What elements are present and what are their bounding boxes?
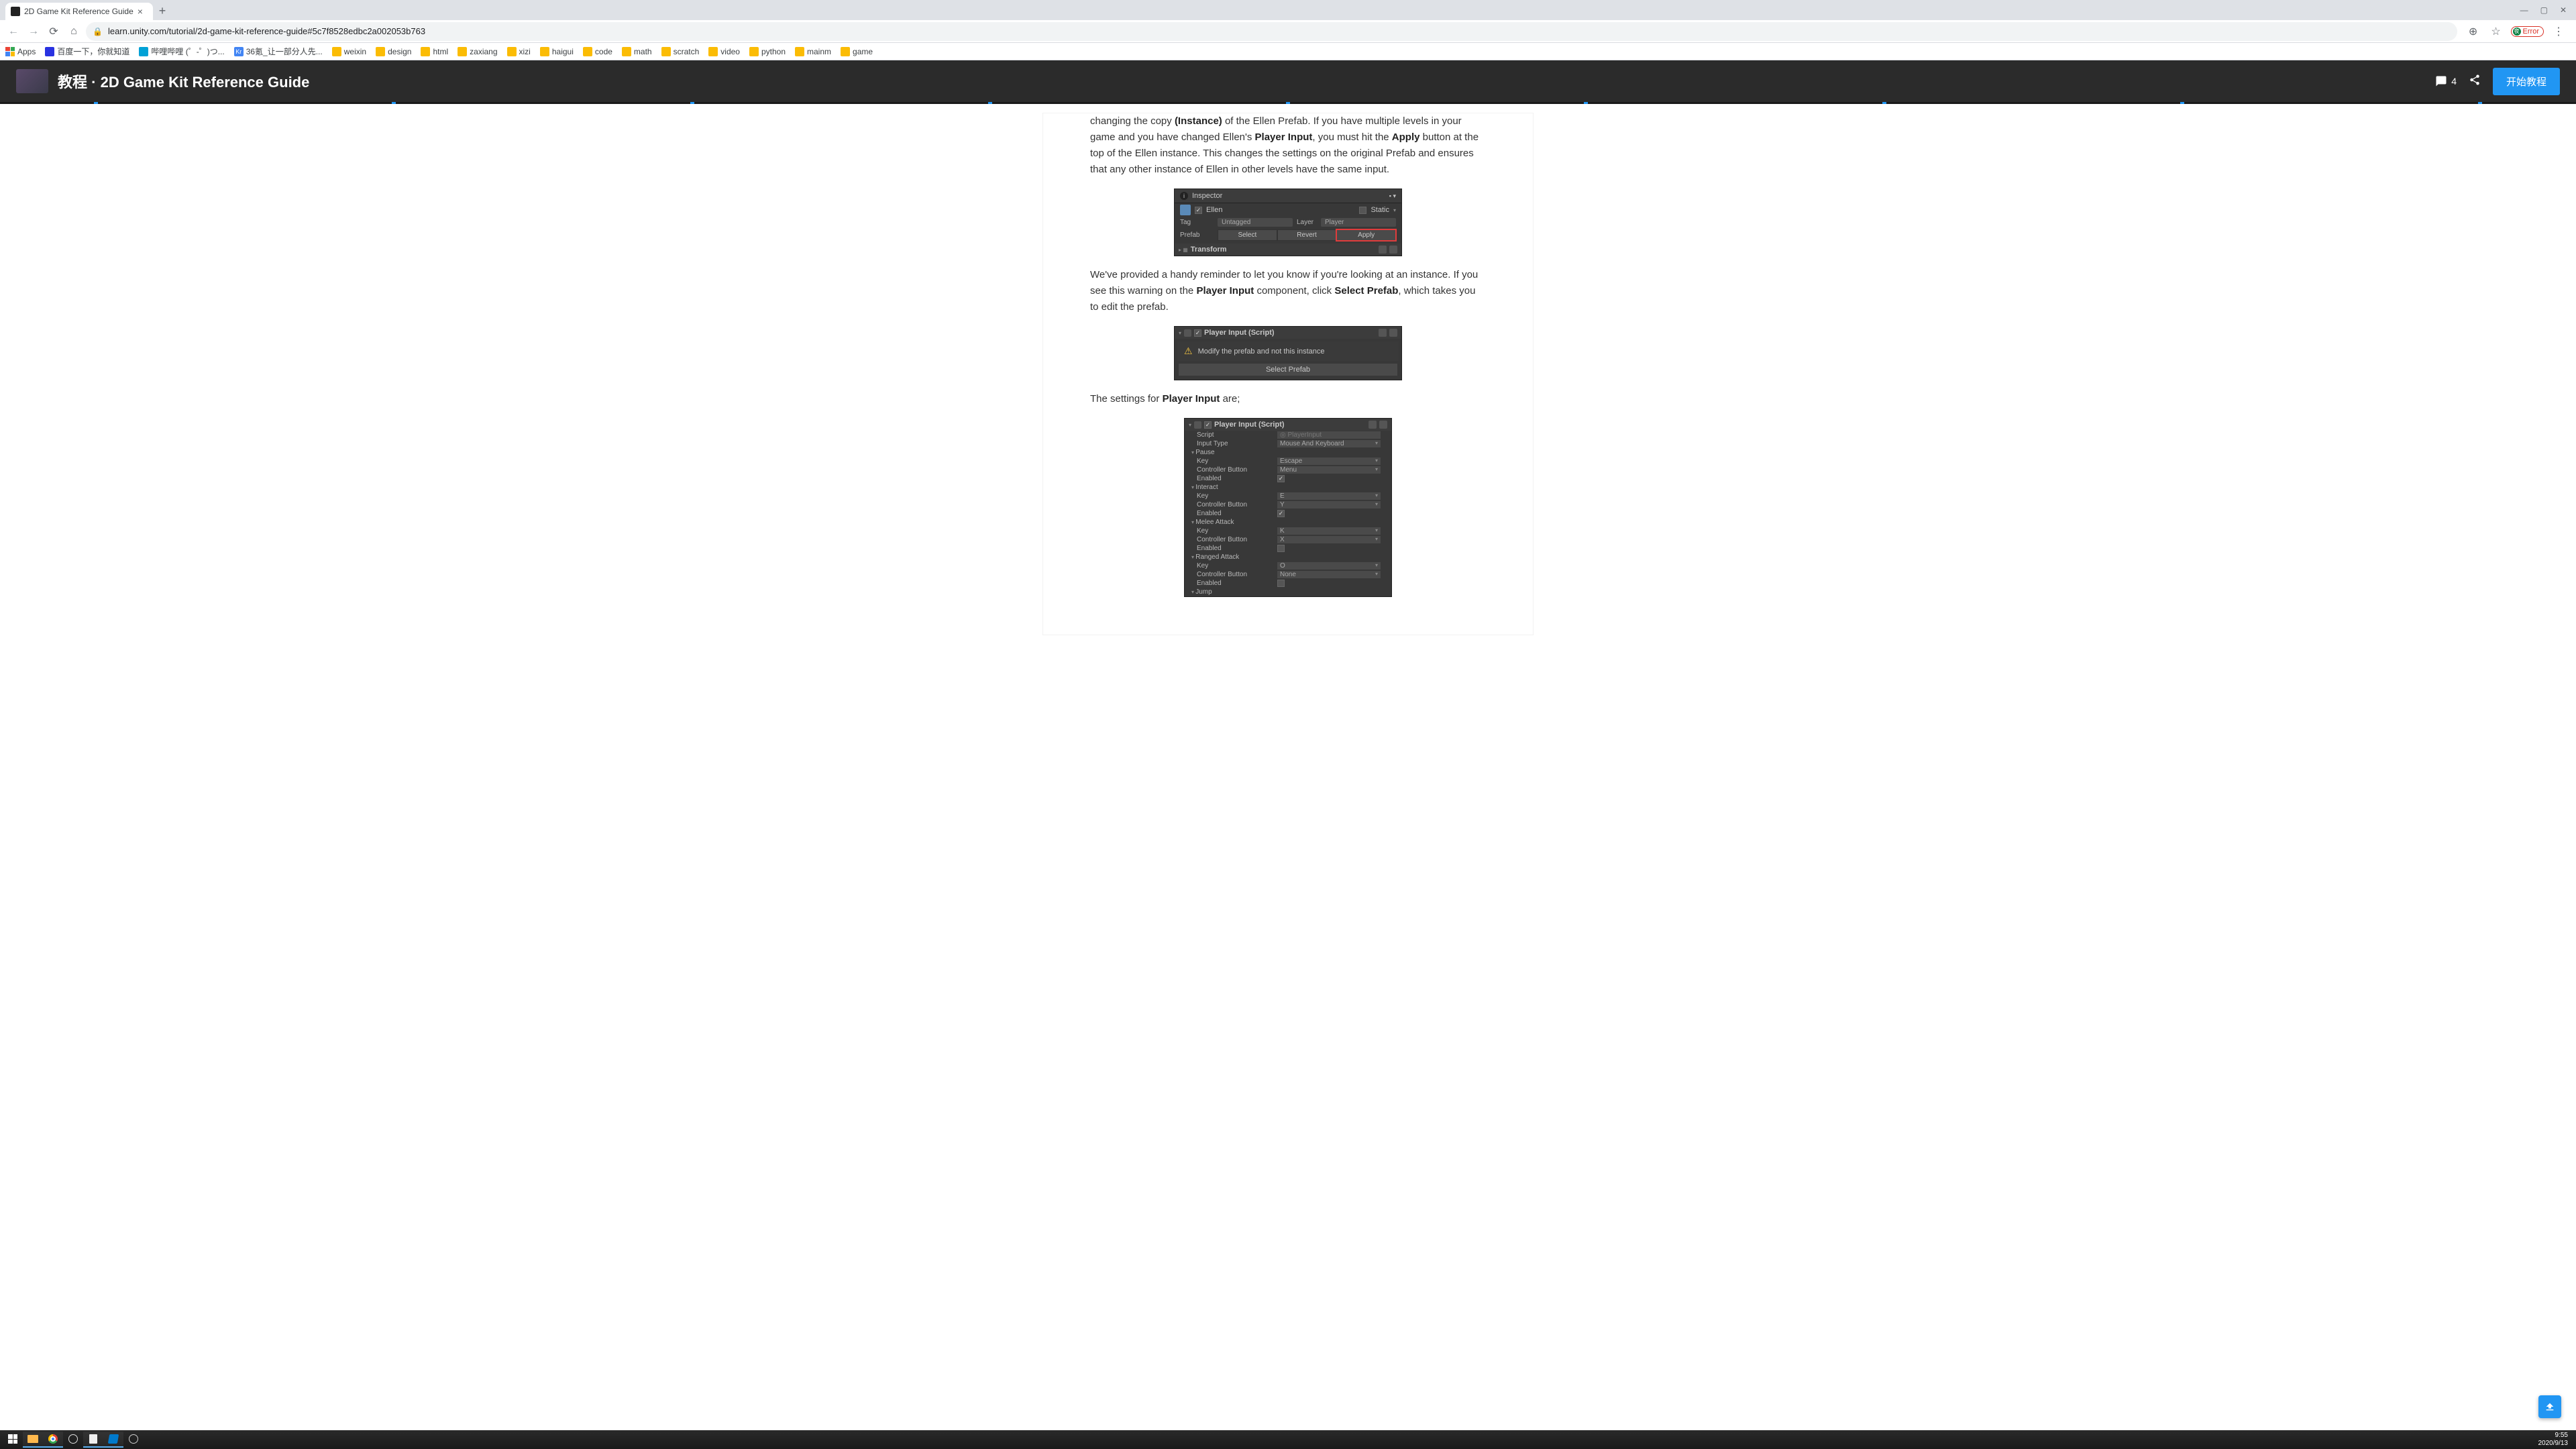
bookmark-item[interactable]: weixin bbox=[332, 47, 366, 56]
script-icon bbox=[1194, 421, 1201, 429]
start-button[interactable] bbox=[3, 1432, 23, 1448]
new-tab-button[interactable]: + bbox=[153, 1, 172, 20]
nav-forward-button[interactable]: → bbox=[25, 23, 42, 40]
folder-icon bbox=[622, 47, 631, 56]
checkbox-icon: ✓ bbox=[1195, 207, 1202, 214]
taskbar-chrome[interactable] bbox=[43, 1432, 63, 1448]
info-icon: i bbox=[1180, 192, 1188, 200]
bookmark-item[interactable]: Apps bbox=[5, 47, 36, 56]
folder-icon bbox=[332, 47, 341, 56]
kr-icon: Kr bbox=[234, 47, 244, 56]
tab-close-icon[interactable]: × bbox=[138, 6, 143, 17]
window-maximize-icon[interactable]: ▢ bbox=[2540, 5, 2548, 15]
avatar-dot-icon: 夜 bbox=[2513, 28, 2521, 36]
url-text: learn.unity.com/tutorial/2d-game-kit-ref… bbox=[108, 26, 425, 36]
comment-icon bbox=[2435, 75, 2447, 87]
bookmark-item[interactable]: haigui bbox=[540, 47, 574, 56]
comment-count[interactable]: 4 bbox=[2435, 75, 2457, 87]
share-button[interactable] bbox=[2469, 74, 2481, 89]
tutorial-thumbnail bbox=[16, 69, 48, 93]
tab-favicon bbox=[11, 7, 20, 16]
bookmark-item[interactable]: 哔哩哔哩 (゜-゜)つ... bbox=[139, 46, 224, 57]
nav-home-button[interactable]: ⌂ bbox=[66, 23, 82, 40]
folder-icon bbox=[507, 47, 517, 56]
article-card: changing the copy (Instance) of the Elle… bbox=[1043, 113, 1533, 635]
nav-reload-button[interactable]: ⟳ bbox=[46, 23, 62, 40]
folder-icon bbox=[795, 47, 804, 56]
folder-icon bbox=[841, 47, 850, 56]
bookmark-item[interactable]: html bbox=[421, 47, 448, 56]
bookmark-item[interactable]: python bbox=[749, 47, 786, 56]
scroll-to-top-button[interactable] bbox=[2538, 1395, 2561, 1418]
baidu-icon bbox=[45, 47, 54, 56]
apply-button-highlighted: Apply bbox=[1336, 229, 1396, 241]
bookmark-item[interactable]: xizi bbox=[507, 47, 531, 56]
browser-menu-icon[interactable]: ⋮ bbox=[2551, 23, 2567, 40]
bookmark-item[interactable]: math bbox=[622, 47, 652, 56]
tab-title: 2D Game Kit Reference Guide bbox=[24, 7, 133, 16]
warning-icon: ⚠ bbox=[1184, 345, 1193, 357]
browser-tab[interactable]: 2D Game Kit Reference Guide × bbox=[5, 3, 153, 20]
checkbox-icon: ✓ bbox=[1204, 421, 1212, 429]
paragraph: We've provided a handy reminder to let y… bbox=[1090, 267, 1486, 315]
bookmark-item[interactable]: zaxiang bbox=[458, 47, 497, 56]
window-minimize-icon[interactable]: — bbox=[2520, 5, 2528, 15]
bookmark-item[interactable]: video bbox=[708, 47, 740, 56]
folder-icon bbox=[421, 47, 430, 56]
script-icon bbox=[1184, 329, 1191, 337]
bookmark-item[interactable]: design bbox=[376, 47, 411, 56]
bookmark-item[interactable]: scratch bbox=[661, 47, 700, 56]
folder-icon bbox=[749, 47, 759, 56]
paragraph: The settings for Player Input are; bbox=[1090, 391, 1486, 407]
bookmark-star-icon[interactable]: ☆ bbox=[2488, 23, 2504, 40]
browser-titlebar: 2D Game Kit Reference Guide × + — ▢ ✕ bbox=[0, 0, 2576, 20]
share-icon bbox=[2469, 74, 2481, 86]
address-bar[interactable]: 🔒 learn.unity.com/tutorial/2d-game-kit-r… bbox=[86, 22, 2457, 41]
taskbar-file-explorer[interactable] bbox=[23, 1432, 43, 1448]
select-prefab-button: Select Prefab bbox=[1179, 364, 1397, 376]
bookmark-item[interactable]: game bbox=[841, 47, 873, 56]
start-tutorial-button[interactable]: 开始教程 bbox=[2493, 68, 2560, 95]
checkbox-icon bbox=[1359, 207, 1366, 214]
taskbar-notes[interactable] bbox=[83, 1432, 103, 1448]
figure-player-input-settings: ▾ ✓ Player Input (Script) Script◎ Player… bbox=[1184, 418, 1392, 597]
folder-icon bbox=[458, 47, 467, 56]
windows-taskbar: 9:55 2020/9/13 bbox=[0, 1430, 2576, 1449]
figure-player-input-warning: ▾ ✓ Player Input (Script) ⚠ Modify the p… bbox=[1174, 326, 1402, 380]
checkbox-icon: ✓ bbox=[1194, 329, 1201, 337]
folder-icon bbox=[583, 47, 592, 56]
bookmark-item[interactable]: 百度一下，你就知道 bbox=[45, 46, 129, 57]
system-clock[interactable]: 9:55 2020/9/13 bbox=[2533, 1432, 2574, 1448]
arrow-up-icon bbox=[2544, 1401, 2555, 1412]
taskbar-clock-app[interactable] bbox=[63, 1432, 83, 1448]
page-header: 教程 · 2D Game Kit Reference Guide 4 开始教程 bbox=[0, 60, 2576, 102]
folder-icon bbox=[708, 47, 718, 56]
bookmarks-bar: Apps 百度一下，你就知道哔哩哔哩 (゜-゜)つ... Kr36氪_让一部分人先.… bbox=[0, 43, 2576, 60]
page-title: 教程 · 2D Game Kit Reference Guide bbox=[58, 70, 309, 92]
folder-icon bbox=[376, 47, 385, 56]
taskbar-vscode[interactable] bbox=[103, 1432, 123, 1448]
taskbar-obs[interactable] bbox=[123, 1432, 144, 1448]
browser-toolbar: ← → ⟳ ⌂ 🔒 learn.unity.com/tutorial/2d-ga… bbox=[0, 20, 2576, 43]
bili-icon bbox=[139, 47, 148, 56]
lock-icon: 🔒 bbox=[93, 27, 103, 36]
apps-icon bbox=[5, 47, 15, 56]
window-close-icon[interactable]: ✕ bbox=[2560, 5, 2567, 15]
bookmark-item[interactable]: Kr36氪_让一部分人先... bbox=[234, 46, 323, 57]
nav-back-button[interactable]: ← bbox=[5, 23, 21, 40]
zoom-icon[interactable]: ⊕ bbox=[2465, 23, 2481, 40]
content-viewport[interactable]: changing the copy (Instance) of the Elle… bbox=[0, 104, 2576, 1430]
bookmark-item[interactable]: mainm bbox=[795, 47, 831, 56]
extension-error-badge[interactable]: 夜 Error bbox=[2511, 26, 2544, 37]
prefab-cube-icon bbox=[1180, 205, 1191, 215]
bookmark-item[interactable]: code bbox=[583, 47, 612, 56]
paragraph: changing the copy (Instance) of the Elle… bbox=[1090, 113, 1486, 178]
folder-icon bbox=[661, 47, 671, 56]
figure-inspector-apply: iInspector▪ ▾ ✓ Ellen Static ▾ Tag Untag… bbox=[1174, 189, 1402, 256]
folder-icon bbox=[540, 47, 549, 56]
